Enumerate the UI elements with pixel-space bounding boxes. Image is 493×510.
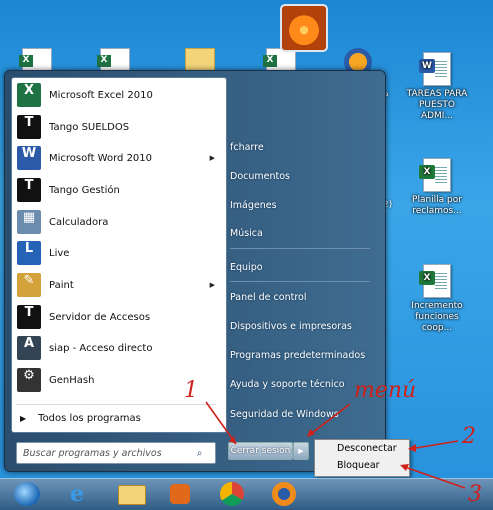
annotation-number-3: 3 [468,482,482,507]
annotation-number-1: 1 [184,378,198,403]
annotation-menu: menú [354,378,417,403]
annotation-number-2: 2 [462,424,476,449]
arrow-3 [401,465,466,489]
arrow-1 [205,401,237,445]
arrow-2 [409,440,459,450]
arrow-menu [307,403,351,437]
arrow-2-head [408,444,416,452]
arrow-1-head [229,436,236,444]
annotation-arrows [205,401,466,489]
arrow-menu-head [307,429,315,437]
